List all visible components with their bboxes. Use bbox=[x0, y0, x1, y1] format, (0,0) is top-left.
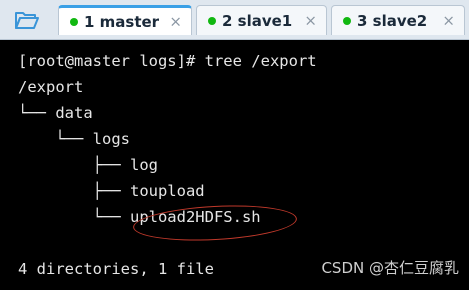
terminal-line: /export bbox=[18, 78, 84, 96]
close-icon[interactable]: × bbox=[169, 14, 182, 29]
terminal-line: └── data bbox=[18, 104, 93, 122]
app-window: 1 master × 2 slave1 × 3 slave2 × [root@m… bbox=[0, 0, 469, 290]
tab-slave2[interactable]: 3 slave2 × bbox=[331, 5, 465, 35]
terminal-line: ├── log bbox=[18, 156, 158, 174]
tab-master[interactable]: 1 master × bbox=[58, 5, 192, 35]
tab-bar: 1 master × 2 slave1 × 3 slave2 × bbox=[0, 0, 469, 40]
terminal-line: [root@master logs]# tree /export bbox=[18, 52, 317, 70]
status-dot-icon bbox=[343, 16, 351, 25]
status-dot-icon bbox=[70, 17, 78, 26]
open-session-button[interactable] bbox=[8, 6, 46, 34]
terminal-summary: 4 directories, 1 file bbox=[18, 260, 214, 278]
tab-label: 2 slave1 bbox=[222, 11, 293, 30]
tab-slave1[interactable]: 2 slave1 × bbox=[196, 5, 327, 35]
terminal-line: ├── toupload bbox=[18, 182, 205, 200]
terminal-output[interactable]: [root@master logs]# tree /export /export… bbox=[0, 40, 469, 290]
status-dot-icon bbox=[208, 16, 216, 25]
terminal-line: └── logs bbox=[18, 130, 130, 148]
close-icon[interactable]: × bbox=[442, 13, 455, 28]
folder-open-icon bbox=[15, 12, 39, 29]
tab-label: 3 slave2 bbox=[357, 11, 428, 30]
watermark: CSDN @杏仁豆腐乳 bbox=[321, 259, 459, 277]
close-icon[interactable]: × bbox=[304, 13, 317, 28]
tab-label: 1 master bbox=[84, 12, 160, 31]
